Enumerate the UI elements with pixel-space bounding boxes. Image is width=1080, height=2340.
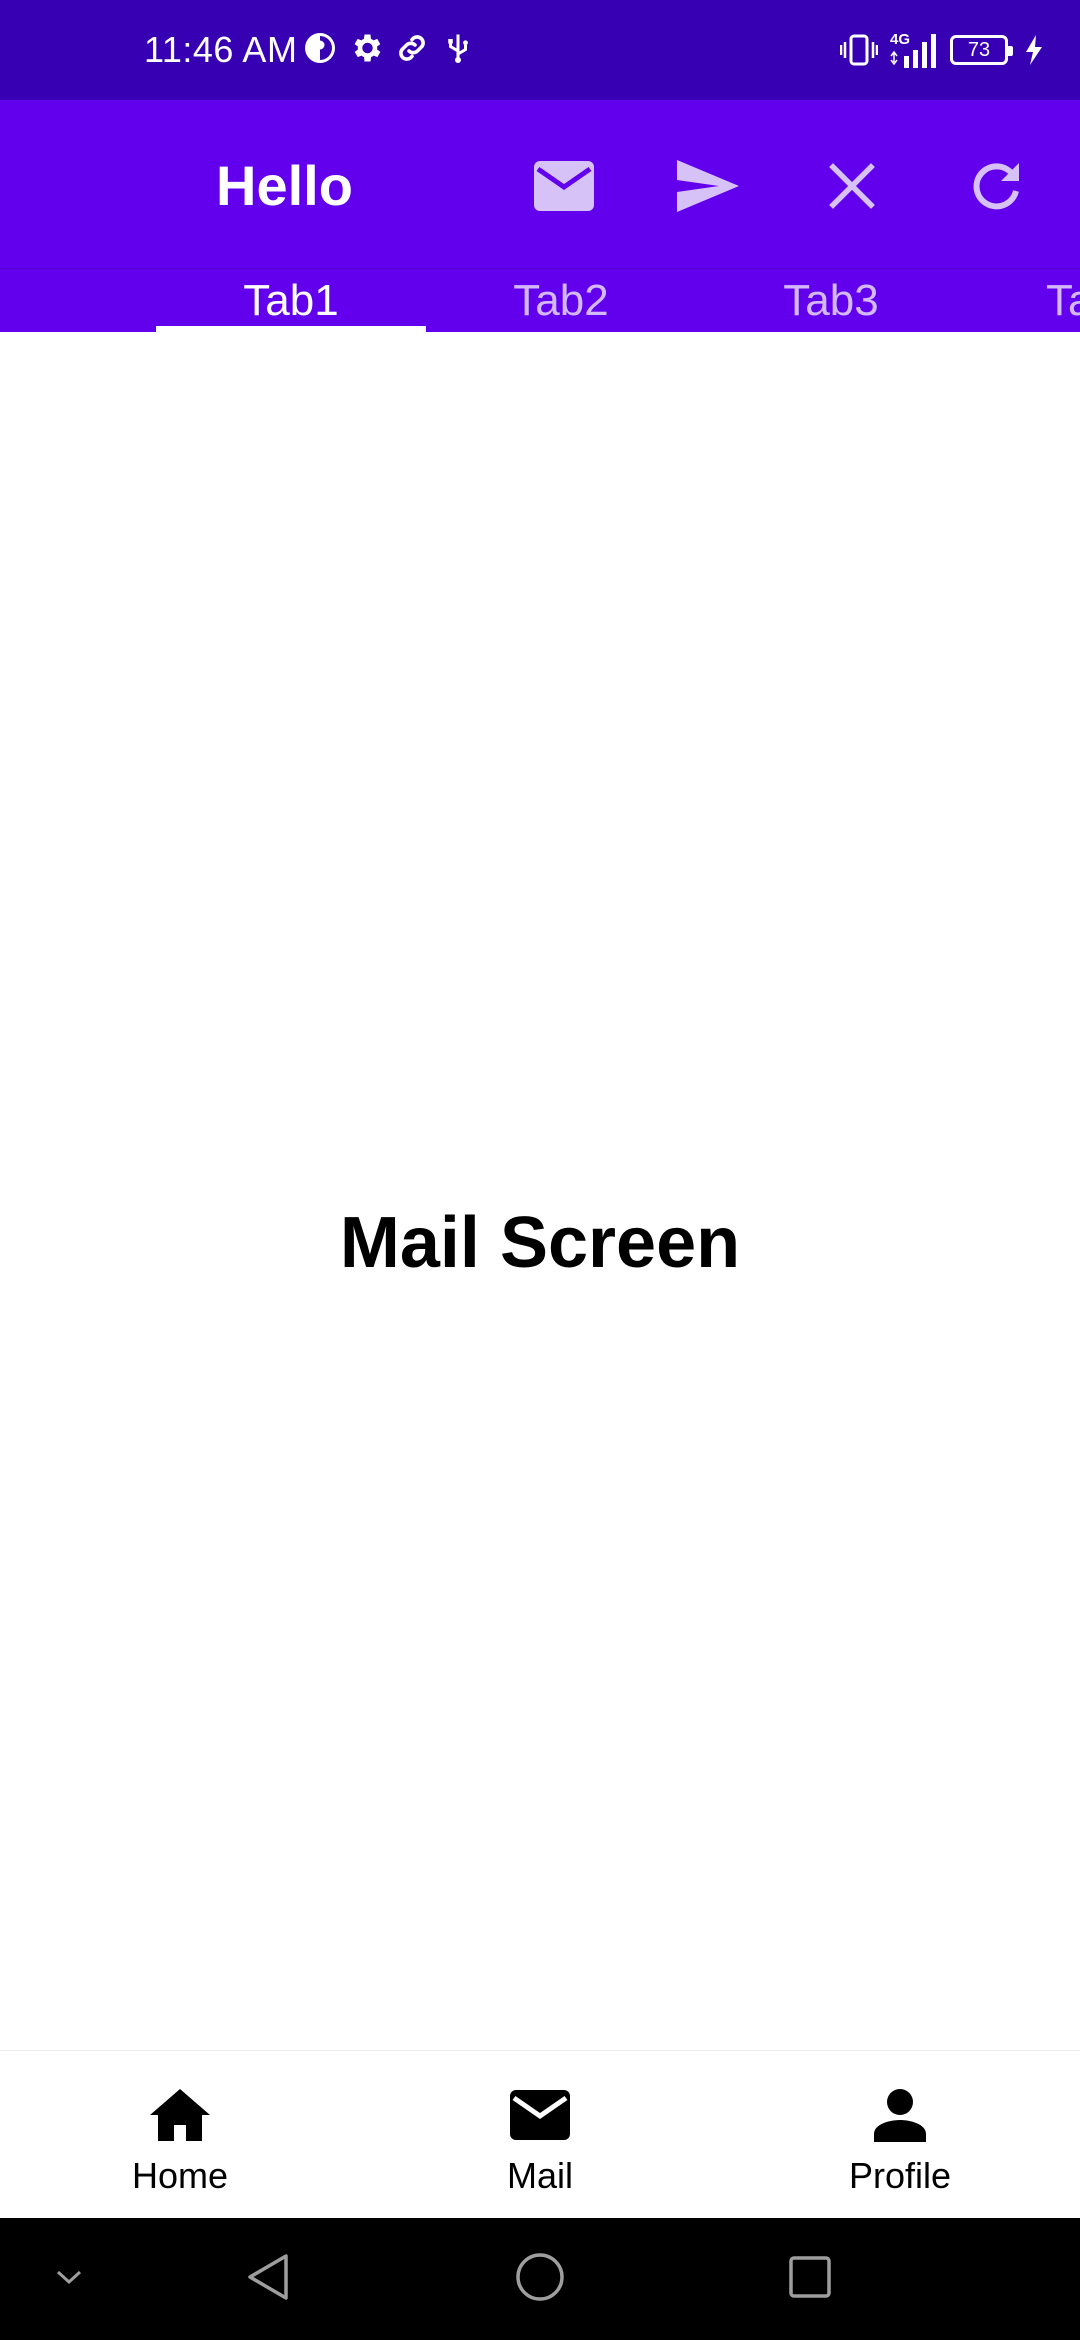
battery-icon: 73 bbox=[950, 35, 1013, 65]
home-icon bbox=[144, 2079, 216, 2151]
tab-1[interactable]: Tab1 bbox=[156, 269, 426, 332]
status-left-icons bbox=[302, 30, 476, 70]
nav-label-home: Home bbox=[131, 2155, 229, 2196]
status-right-icons: 4G 73 bbox=[840, 28, 1044, 72]
app-title: Hello bbox=[216, 154, 353, 217]
recents-icon bbox=[787, 2254, 833, 2305]
screen-title: Mail Screen bbox=[339, 1203, 741, 1283]
nav-item-home[interactable]: Home bbox=[0, 2051, 360, 2219]
home-circle-icon bbox=[514, 2251, 566, 2308]
collapse-button[interactable] bbox=[44, 2218, 94, 2340]
nav-item-profile[interactable]: Profile bbox=[720, 2051, 1080, 2219]
vibrate-icon bbox=[840, 32, 878, 68]
back-icon bbox=[244, 2252, 292, 2307]
chevron-down-icon bbox=[54, 2267, 84, 2292]
nav-label-mail: Mail bbox=[506, 2155, 573, 2196]
mail-icon bbox=[504, 2079, 576, 2151]
home-system-button[interactable] bbox=[500, 2218, 580, 2340]
tab-3[interactable]: Tab3 bbox=[696, 269, 966, 332]
tab-bar: Tab1 Tab2 Tab3 Ta bbox=[0, 268, 1080, 332]
refresh-icon bbox=[969, 159, 1023, 213]
refresh-action-button[interactable] bbox=[954, 144, 1038, 228]
app-bar: Hello bbox=[0, 100, 1080, 268]
bottom-navigation: Home Mail Profile bbox=[0, 2050, 1080, 2218]
main-content: Mail Screen bbox=[0, 332, 1080, 2050]
tab-4[interactable]: Ta bbox=[966, 269, 1080, 332]
mail-icon bbox=[532, 159, 596, 213]
person-icon bbox=[864, 2079, 936, 2151]
signal-icon: 4G bbox=[888, 30, 940, 70]
nav-item-mail[interactable]: Mail bbox=[360, 2051, 720, 2219]
tab-2[interactable]: Tab2 bbox=[426, 269, 696, 332]
link-icon bbox=[394, 30, 430, 71]
close-action-button[interactable] bbox=[810, 144, 894, 228]
network-type-label: 4G bbox=[890, 31, 910, 48]
pinwheel-icon bbox=[302, 30, 338, 71]
recents-button[interactable] bbox=[770, 2218, 850, 2340]
system-navigation-bar bbox=[0, 2218, 1080, 2340]
close-icon bbox=[829, 163, 875, 209]
status-bar: 11:46 AM 4G 73 bbox=[0, 0, 1080, 100]
charging-icon bbox=[1024, 33, 1044, 67]
gear-icon bbox=[348, 30, 384, 71]
battery-level: 73 bbox=[967, 39, 991, 61]
send-action-button[interactable] bbox=[666, 144, 750, 228]
nav-label-profile: Profile bbox=[848, 2155, 952, 2196]
back-button[interactable] bbox=[228, 2218, 308, 2340]
usb-icon bbox=[440, 30, 476, 71]
send-icon bbox=[675, 158, 741, 214]
mail-action-button[interactable] bbox=[522, 144, 606, 228]
status-time: 11:46 AM bbox=[144, 29, 298, 70]
